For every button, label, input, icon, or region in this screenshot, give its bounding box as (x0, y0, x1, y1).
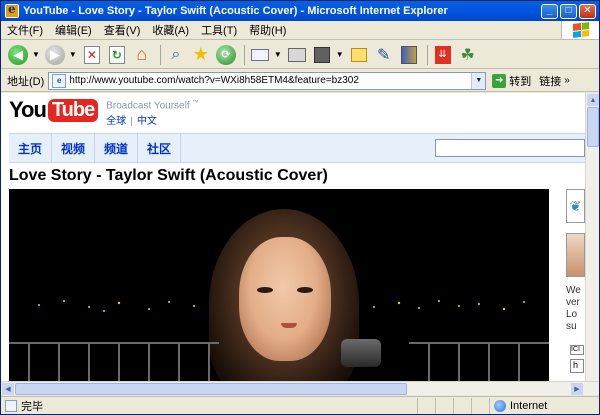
youtube-tagline: Broadcast Yourself ™ 全球 | 中文 (106, 97, 198, 127)
right-eye (297, 287, 313, 293)
scroll-up-icon[interactable]: ▲ (587, 94, 599, 106)
vertical-scrollbar[interactable]: ▲ (585, 93, 599, 381)
internet-globe-icon (494, 399, 506, 412)
page-done-icon (5, 399, 17, 412)
menu-view[interactable]: 查看(V) (98, 22, 147, 38)
status-text: 完毕 (21, 400, 43, 413)
title-bar[interactable]: YouTube - Love Story - Taylor Swift (Aco… (1, 1, 599, 21)
address-dropdown-icon[interactable]: ▼ (471, 72, 486, 89)
nav-videos[interactable]: 视频 (52, 133, 96, 163)
lang-global-link[interactable]: 全球 (106, 116, 126, 127)
youtube-logo[interactable]: You Tube (9, 97, 99, 123)
links-chevron-icon[interactable]: » (564, 75, 570, 86)
menu-tools[interactable]: 工具(T) (195, 22, 243, 38)
menu-favorites[interactable]: 收藏(A) (146, 22, 195, 38)
zone-label: Internet (510, 399, 548, 412)
youtube-search-input[interactable] (435, 139, 585, 157)
lang-chinese-link[interactable]: 中文 (137, 116, 157, 127)
search-icon[interactable]: ⌕ (165, 44, 187, 66)
ie-icon (5, 2, 19, 18)
print-icon[interactable] (286, 44, 308, 66)
edit-dropdown-icon[interactable]: ▼ (336, 50, 344, 59)
left-eye (257, 287, 273, 293)
window-title: YouTube - Love Story - Taylor Swift (Aco… (23, 5, 448, 17)
butterfly-icon[interactable]: ❦ (566, 189, 585, 223)
address-bar: 地址(D) e http://www.youtube.com/watch?v=W… (1, 70, 599, 92)
messenger-icon[interactable]: ✎ (373, 44, 395, 66)
address-input[interactable]: e http://www.youtube.com/watch?v=WXi8h58… (48, 71, 487, 90)
go-arrow-icon: ➜ (492, 73, 507, 88)
microphone (341, 339, 381, 367)
menu-bar: 文件(F) 编辑(E) 查看(V) 收藏(A) 工具(T) 帮助(H) (1, 21, 599, 40)
history-icon[interactable]: ⟳ (215, 44, 237, 66)
status-cell (417, 397, 435, 414)
horizontal-scrollbar[interactable]: ◀ ▶ (1, 381, 599, 395)
status-bar: 完毕 Internet (1, 396, 599, 414)
youtube-header: You Tube Broadcast Yourself ™ 全球 | 中文 (9, 97, 198, 127)
lang-separator: | (130, 116, 133, 128)
stop-icon[interactable]: ✕ (81, 44, 103, 66)
refresh-icon[interactable]: ↻ (106, 44, 128, 66)
links-button[interactable]: 链接 (539, 73, 561, 89)
browser-window: YouTube - Love Story - Taylor Swift (Aco… (0, 0, 600, 415)
video-player[interactable] (9, 189, 549, 381)
toolbar-addon-icon[interactable]: ⇊ (432, 44, 454, 66)
scroll-left-icon[interactable]: ◀ (2, 383, 14, 395)
status-cell (435, 397, 453, 414)
toolbar-separator (159, 44, 161, 65)
side-box[interactable]: ICI (570, 345, 584, 355)
avatar[interactable] (566, 233, 585, 277)
security-zone: Internet (489, 397, 599, 414)
toolbar-separator (243, 44, 245, 65)
home-icon[interactable]: ⌂ (131, 44, 153, 66)
msn-icon[interactable]: ☘ (457, 44, 479, 66)
status-cell (471, 397, 489, 414)
minimize-button[interactable]: _ (541, 3, 558, 19)
forward-dropdown-icon[interactable]: ▼ (69, 50, 77, 59)
mouth (281, 323, 297, 328)
slogan: Broadcast Yourself ™ (106, 100, 199, 112)
back-dropdown-icon[interactable]: ▼ (32, 50, 40, 59)
menu-help[interactable]: 帮助(H) (243, 22, 292, 38)
toolbar-separator (426, 44, 428, 65)
nav-community[interactable]: 社区 (138, 133, 182, 163)
page-icon: e (52, 73, 67, 88)
edit-icon[interactable] (311, 44, 333, 66)
side-panel: ❦ We ver Lo su ICI h (559, 189, 585, 381)
standard-toolbar: ◀ ▼ ▶ ▼ ✕ ↻ ⌂ ⌕ ★ ⟳ ▼ ▼ ✎ ⇊ ☘ (1, 41, 599, 69)
nav-home[interactable]: 主页 (9, 133, 53, 163)
page-content: You Tube Broadcast Yourself ™ 全球 | 中文 主页 视… (1, 93, 585, 381)
research-icon[interactable] (398, 44, 420, 66)
side-description: We ver Lo su (566, 285, 581, 332)
address-label: 地址(D) (7, 75, 45, 88)
youtube-nav: 主页 视频 频道 社区 (9, 133, 585, 163)
favorites-icon[interactable]: ★ (190, 44, 212, 66)
go-button[interactable]: ➜ 转到 (492, 73, 531, 89)
close-button[interactable]: ✕ (579, 3, 596, 19)
windows-logo-icon (561, 21, 599, 39)
trademark: ™ (192, 100, 199, 106)
logo-tube-text: Tube (47, 98, 99, 122)
balcony-railing (9, 342, 549, 381)
vertical-scroll-thumb[interactable] (587, 107, 599, 147)
forward-icon[interactable]: ▶ (44, 44, 66, 66)
status-cell (453, 397, 471, 414)
side-box-input[interactable]: h (570, 359, 584, 373)
go-label: 转到 (509, 75, 532, 88)
nav-channels[interactable]: 频道 (95, 133, 139, 163)
menu-edit[interactable]: 编辑(E) (49, 22, 98, 38)
back-icon[interactable]: ◀ (7, 44, 29, 66)
maximize-button[interactable]: □ (560, 3, 577, 19)
menu-file[interactable]: 文件(F) (1, 22, 49, 38)
horizontal-scroll-thumb[interactable] (15, 383, 407, 395)
discuss-icon[interactable] (348, 44, 370, 66)
address-url[interactable]: http://www.youtube.com/watch?v=WXi8h58ET… (69, 75, 471, 86)
mail-dropdown-icon[interactable]: ▼ (274, 50, 282, 59)
logo-you-text: You (9, 97, 47, 122)
scroll-right-icon[interactable]: ▶ (571, 383, 583, 395)
video-title: Love Story - Taylor Swift (Acoustic Cove… (9, 167, 328, 184)
language-links: 全球 | 中文 (106, 112, 198, 127)
mail-icon[interactable] (249, 44, 271, 66)
